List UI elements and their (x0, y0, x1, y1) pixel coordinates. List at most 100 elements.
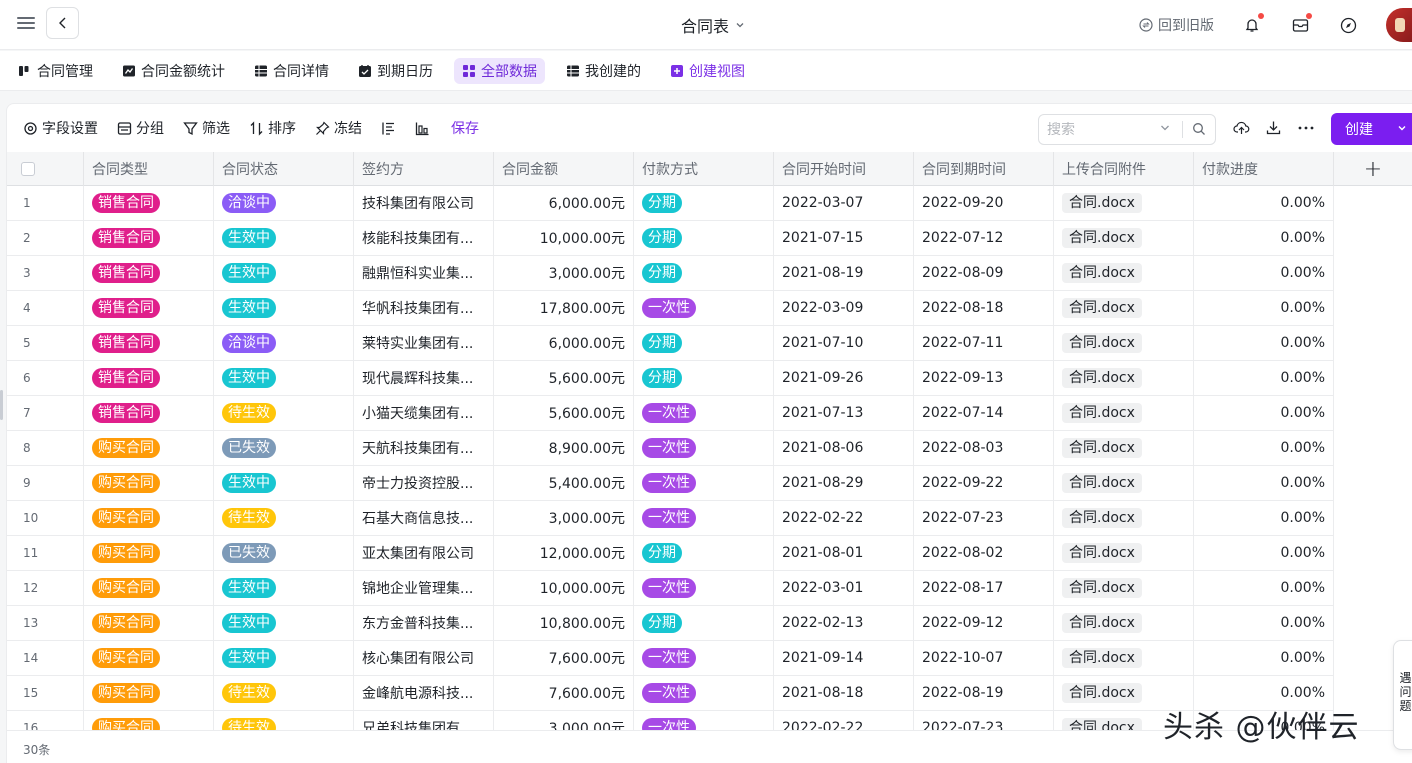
attachment-chip[interactable]: 合同.docx (1062, 263, 1142, 283)
cell-end-date[interactable]: 2022-08-18 (914, 291, 1054, 326)
cell-pay-method[interactable]: 一次性 (634, 431, 774, 466)
cell-amount[interactable]: 8,900.00元 (494, 431, 634, 466)
attachment-chip[interactable]: 合同.docx (1062, 368, 1142, 388)
cell-amount[interactable]: 10,800.00元 (494, 606, 634, 641)
attachment-chip[interactable]: 合同.docx (1062, 648, 1142, 668)
cell-attachment[interactable]: 合同.docx (1054, 536, 1194, 571)
cell-type[interactable]: 购买合同 (84, 571, 214, 606)
cell-status[interactable]: 生效中 (214, 291, 354, 326)
cell-amount[interactable]: 10,000.00元 (494, 571, 634, 606)
column-header-end-date[interactable]: 合同到期时间 (914, 152, 1054, 186)
cell-status[interactable]: 洽谈中 (214, 326, 354, 361)
create-dropdown[interactable] (1389, 121, 1407, 137)
cell-type[interactable]: 购买合同 (84, 641, 214, 676)
cell-progress[interactable]: 0.00% (1194, 256, 1334, 291)
cell-party[interactable]: 融鼎恒科实业集... (354, 256, 494, 291)
attachment-chip[interactable]: 合同.docx (1062, 403, 1142, 423)
cell-progress[interactable]: 0.00% (1194, 571, 1334, 606)
attachment-chip[interactable]: 合同.docx (1062, 228, 1142, 248)
cell-end-date[interactable]: 2022-08-02 (914, 536, 1054, 571)
table-row[interactable]: 14 购买合同 生效中 核心集团有限公司 7,600.00元 一次性 2021-09-14 2… (7, 641, 1412, 676)
cell-start-date[interactable]: 2021-08-01 (774, 536, 914, 571)
cell-start-date[interactable]: 2021-09-14 (774, 641, 914, 676)
cell-type[interactable]: 销售合同 (84, 361, 214, 396)
cell-pay-method[interactable]: 分期 (634, 256, 774, 291)
more-icon[interactable] (1298, 126, 1314, 130)
inbox-icon[interactable] (1290, 13, 1312, 35)
table-row[interactable]: 10 购买合同 待生效 石基大商信息技... 3,000.00元 一次性 2022-02-2… (7, 501, 1412, 536)
cell-attachment[interactable]: 合同.docx (1054, 396, 1194, 431)
cell-attachment[interactable]: 合同.docx (1054, 641, 1194, 676)
attachment-chip[interactable]: 合同.docx (1062, 298, 1142, 318)
compass-icon[interactable] (1338, 15, 1358, 35)
cell-party[interactable]: 东方金普科技集... (354, 606, 494, 641)
cell-pay-method[interactable]: 分期 (634, 326, 774, 361)
cell-attachment[interactable]: 合同.docx (1054, 431, 1194, 466)
tab-contract-details[interactable]: 合同详情 (246, 58, 337, 84)
cell-pay-method[interactable]: 分期 (634, 186, 774, 221)
cell-party[interactable]: 石基大商信息技... (354, 501, 494, 536)
cell-end-date[interactable]: 2022-07-23 (914, 501, 1054, 536)
save-button[interactable]: 保存 (451, 118, 479, 138)
table-row[interactable]: 1 销售合同 洽谈中 技科集团有限公司 6,000.00元 分期 2022-03-07 202… (7, 186, 1412, 221)
cell-start-date[interactable]: 2021-08-19 (774, 256, 914, 291)
table-row[interactable]: 11 购买合同 已失效 亚太集团有限公司 12,000.00元 分期 2021-08-01 2… (7, 536, 1412, 571)
cell-type[interactable]: 购买合同 (84, 536, 214, 571)
cell-amount[interactable]: 5,600.00元 (494, 396, 634, 431)
column-header-pay-method[interactable]: 付款方式 (634, 152, 774, 186)
cell-attachment[interactable]: 合同.docx (1054, 221, 1194, 256)
cell-progress[interactable]: 0.00% (1194, 291, 1334, 326)
tab-due-calendar[interactable]: 到期日历 (350, 58, 441, 84)
column-header-attachment[interactable]: 上传合同附件 (1054, 152, 1194, 186)
cell-pay-method[interactable]: 分期 (634, 606, 774, 641)
cell-pay-method[interactable]: 一次性 (634, 291, 774, 326)
cell-type[interactable]: 购买合同 (84, 606, 214, 641)
cell-attachment[interactable]: 合同.docx (1054, 571, 1194, 606)
cell-amount[interactable]: 7,600.00元 (494, 676, 634, 711)
cell-end-date[interactable]: 2022-07-12 (914, 221, 1054, 256)
cell-end-date[interactable]: 2022-10-07 (914, 641, 1054, 676)
cell-status[interactable]: 生效中 (214, 466, 354, 501)
cell-party[interactable]: 亚太集团有限公司 (354, 536, 494, 571)
cell-progress[interactable]: 0.00% (1194, 501, 1334, 536)
freeze-button[interactable]: 冻结 (315, 118, 362, 138)
cell-progress[interactable]: 0.00% (1194, 361, 1334, 396)
attachment-chip[interactable]: 合同.docx (1062, 193, 1142, 213)
cell-type[interactable]: 购买合同 (84, 466, 214, 501)
cell-attachment[interactable]: 合同.docx (1054, 361, 1194, 396)
cell-type[interactable]: 销售合同 (84, 256, 214, 291)
cell-pay-method[interactable]: 一次性 (634, 501, 774, 536)
tab-contract-management[interactable]: 合同管理 (10, 58, 101, 84)
cell-progress[interactable]: 0.00% (1194, 326, 1334, 361)
attachment-chip[interactable]: 合同.docx (1062, 578, 1142, 598)
cell-type[interactable]: 销售合同 (84, 396, 214, 431)
tab-created-by-me[interactable]: 我创建的 (558, 58, 649, 84)
cell-attachment[interactable]: 合同.docx (1054, 606, 1194, 641)
cell-type[interactable]: 销售合同 (84, 291, 214, 326)
cell-status[interactable]: 待生效 (214, 501, 354, 536)
table-row[interactable]: 9 购买合同 生效中 帝士力投资控股... 5,400.00元 一次性 2021-08-29… (7, 466, 1412, 501)
old-version-button[interactable]: 回到旧版 (1139, 15, 1214, 35)
table-row[interactable]: 6 销售合同 生效中 现代晨辉科技集... 5,600.00元 分期 2021-09-26 2… (7, 361, 1412, 396)
cell-party[interactable]: 华帆科技集团有... (354, 291, 494, 326)
table-row[interactable]: 12 购买合同 生效中 锦地企业管理集... 10,000.00元 一次性 2022-03-… (7, 571, 1412, 606)
cell-attachment[interactable]: 合同.docx (1054, 256, 1194, 291)
sort-button[interactable]: 排序 (249, 118, 296, 138)
column-header-type[interactable]: 合同类型 (84, 152, 214, 186)
table-row[interactable]: 5 销售合同 洽谈中 莱特实业集团有... 6,000.00元 分期 2021-07-10 2… (7, 326, 1412, 361)
cell-status[interactable]: 已失效 (214, 536, 354, 571)
cell-progress[interactable]: 0.00% (1194, 641, 1334, 676)
attachment-chip[interactable]: 合同.docx (1062, 473, 1142, 493)
cell-progress[interactable]: 0.00% (1194, 606, 1334, 641)
cell-party[interactable]: 锦地企业管理集... (354, 571, 494, 606)
table-row[interactable]: 4 销售合同 生效中 华帆科技集团有... 17,800.00元 一次性 2022-03-0… (7, 291, 1412, 326)
resize-handle[interactable] (0, 390, 3, 420)
cell-attachment[interactable]: 合同.docx (1054, 291, 1194, 326)
cell-type[interactable]: 销售合同 (84, 326, 214, 361)
table-row[interactable]: 3 销售合同 生效中 融鼎恒科实业集... 3,000.00元 分期 2021-08-19 2… (7, 256, 1412, 291)
cell-status[interactable]: 待生效 (214, 676, 354, 711)
table-row[interactable]: 2 销售合同 生效中 核能科技集团有... 10,000.00元 分期 2021-07-15… (7, 221, 1412, 256)
attachment-chip[interactable]: 合同.docx (1062, 508, 1142, 528)
attachment-chip[interactable]: 合同.docx (1062, 333, 1142, 353)
cell-end-date[interactable]: 2022-07-14 (914, 396, 1054, 431)
